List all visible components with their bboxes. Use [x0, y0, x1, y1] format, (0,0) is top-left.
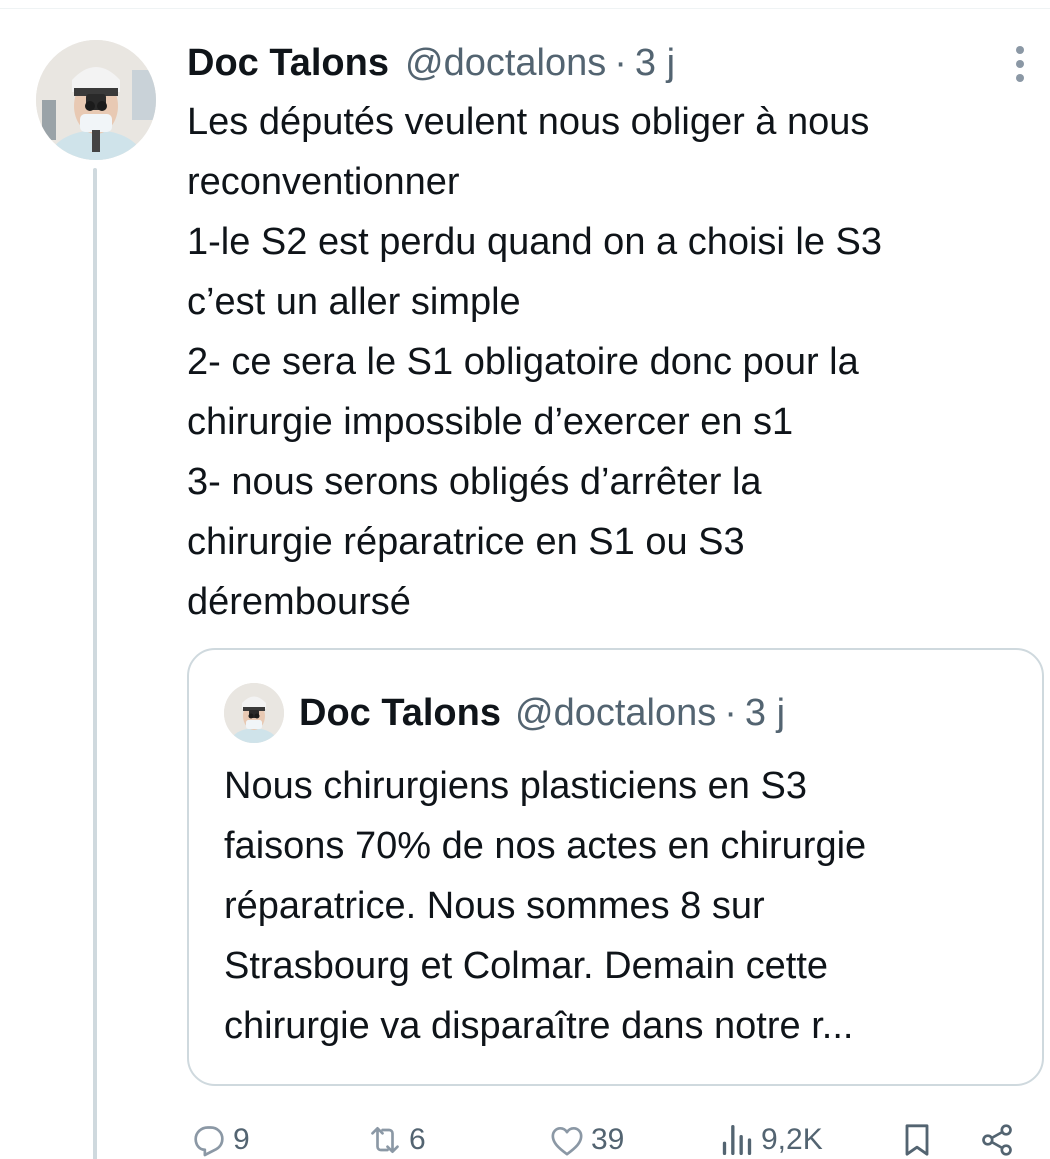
repost-count: 6: [409, 1123, 426, 1156]
views-button[interactable]: 9,2K: [717, 1120, 823, 1159]
tweet-text-line: reconventionner: [187, 161, 460, 203]
quoted-text-line: faisons 70% de nos actes en chirurgie: [224, 825, 867, 867]
tweet-text-line: 2- ce sera le S1 obligatoire donc pour l…: [187, 341, 859, 383]
tweet-text-line: c’est un aller simple: [187, 281, 521, 323]
more-dot: [1016, 60, 1024, 68]
bookmark-button[interactable]: [897, 1120, 937, 1159]
share-button[interactable]: [977, 1120, 1017, 1159]
author-handle[interactable]: @doctalons: [405, 38, 606, 88]
quoted-text-line: Strasbourg et Colmar. Demain cette: [224, 945, 829, 987]
author-avatar[interactable]: [36, 40, 156, 160]
more-dot: [1016, 74, 1024, 82]
repost-button[interactable]: 6: [365, 1120, 426, 1159]
quoted-author-name[interactable]: Doc Talons: [299, 686, 501, 740]
quoted-text-line: Nous chirurgiens plasticiens en S3: [224, 765, 807, 807]
share-icon: [982, 1124, 1012, 1156]
reply-count: 9: [233, 1123, 250, 1156]
quoted-header-separator: ·: [724, 692, 737, 734]
more-vertical-icon[interactable]: [1006, 44, 1034, 84]
heart-icon: [551, 1127, 583, 1156]
quoted-tweet-time[interactable]: 3 j: [745, 686, 785, 740]
tweet-actions: 9 6 39 9,2K: [187, 1118, 1037, 1159]
repost-icon: [371, 1127, 399, 1153]
like-button[interactable]: 39: [547, 1120, 624, 1159]
tweet-text-line: 1-le S2 est perdu quand on a choisi le S…: [187, 221, 883, 263]
avatar-image: [36, 40, 156, 160]
quoted-author-avatar[interactable]: [224, 683, 284, 743]
quoted-tweet[interactable]: Doc Talons @doctalons · 3 j Nous chirurg…: [187, 648, 1044, 1086]
bookmark-icon: [905, 1124, 929, 1156]
tweet-text: Les députés veulent nous obliger à nous …: [187, 92, 1037, 632]
quoted-text-line: réparatrice. Nous sommes 8 sur: [224, 885, 765, 927]
reply-button[interactable]: 9: [189, 1120, 250, 1159]
top-divider: [0, 8, 1050, 9]
tweet-header: Doc Talons @doctalons · 3 j: [187, 38, 970, 88]
tweet-text-line: 3- nous serons obligés d’arrêter la: [187, 461, 762, 503]
reply-icon: [194, 1126, 224, 1157]
header-separator: ·: [614, 42, 627, 84]
author-name[interactable]: Doc Talons: [187, 38, 389, 88]
quoted-tweet-header: Doc Talons @doctalons · 3 j: [299, 686, 785, 740]
quoted-tweet-text: Nous chirurgiens plasticiens en S3 faiso…: [224, 756, 1024, 1056]
views-count: 9,2K: [761, 1123, 823, 1156]
tweet-text-line: déremboursé: [187, 581, 411, 623]
tweet-text-line: chirurgie impossible d’exercer en s1: [187, 401, 794, 443]
like-count: 39: [591, 1123, 625, 1156]
tweet-text-line: Les députés veulent nous obliger à nous: [187, 101, 870, 143]
tweet-text-line: chirurgie réparatrice en S1 ou S3: [187, 521, 745, 563]
quoted-author-handle[interactable]: @doctalons: [515, 686, 716, 740]
tweet-time[interactable]: 3 j: [635, 38, 675, 88]
quoted-text-line: chirurgie va disparaître dans notre r...: [224, 1005, 854, 1047]
thread-line: [93, 168, 97, 1159]
quoted-avatar-image: [224, 683, 284, 743]
more-dot: [1016, 46, 1024, 54]
views-icon: [722, 1125, 752, 1155]
